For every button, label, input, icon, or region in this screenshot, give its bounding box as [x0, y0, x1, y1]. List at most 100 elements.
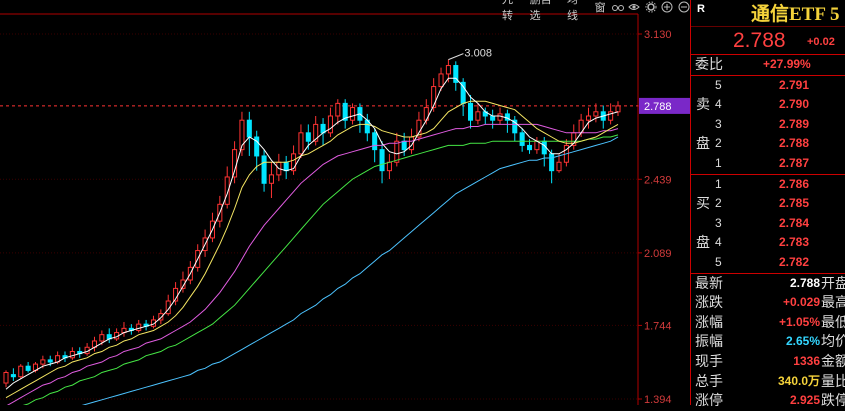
bid-row[interactable]: 3 2.784: [691, 214, 845, 234]
stat-right-label: 跌停: [821, 392, 845, 409]
last-price: 2.788: [733, 29, 786, 52]
candle-body: [372, 132, 378, 151]
ask-price: 2.791: [779, 77, 810, 92]
bid-price: 2.784: [779, 215, 810, 230]
candle-body: [438, 73, 444, 88]
stat-value: +0.029: [782, 295, 820, 310]
candle-body: [386, 161, 392, 172]
ask-book: 5 2.791 卖 4 2.790 3 2.789 盘 2 2.788 1 2.787: [691, 74, 845, 174]
ask-row[interactable]: 5 2.791: [691, 76, 845, 96]
candle-body: [298, 132, 304, 155]
remove-watchlist-button[interactable]: 删自选: [528, 0, 561, 23]
stat-value: 2.925: [789, 393, 820, 408]
ma10-line: [5, 100, 619, 399]
ask-price: 2.787: [779, 155, 810, 170]
bid-price: 2.783: [779, 235, 810, 250]
minus-icon[interactable]: [678, 0, 690, 14]
stat-value: +1.05%: [778, 314, 820, 329]
binoculars-icon[interactable]: [611, 0, 624, 14]
candle-body: [379, 149, 385, 172]
candle-body: [615, 105, 621, 113]
candle-body: [3, 372, 9, 384]
bid-price: 2.785: [779, 196, 810, 211]
candle-body: [136, 323, 142, 331]
stat-label: 现手: [695, 352, 723, 369]
ask-price: 2.789: [779, 116, 810, 131]
ask-price: 2.790: [779, 97, 810, 112]
candle-body: [40, 359, 46, 365]
y-tick-label: 2.439: [644, 174, 672, 186]
bid-book: 1 2.786 买 2 2.785 3 2.784 盘 4 2.783 5 2.782: [691, 173, 845, 273]
bid-row[interactable]: 1 2.786: [691, 175, 845, 195]
candle-body: [25, 365, 31, 371]
candle-body: [261, 155, 267, 184]
security-name[interactable]: 通信ETF 5: [751, 0, 840, 26]
eye-icon[interactable]: [628, 0, 641, 14]
stat-right-label: 最高: [821, 294, 845, 311]
candle-body: [47, 359, 53, 363]
stat-row: 现手 1336 金额: [691, 352, 845, 372]
stat-value: 2.65%: [785, 334, 820, 349]
price-change: +0.02: [807, 36, 835, 48]
candle-body: [18, 365, 24, 378]
candle-body: [593, 111, 599, 117]
ask-row[interactable]: 3 2.789: [691, 115, 845, 135]
stat-row: 涨跌 +0.029 最高: [691, 293, 845, 313]
bid-index: 2: [715, 196, 722, 211]
stat-label: 涨停: [695, 392, 723, 409]
current-price-label: 2.788: [644, 101, 672, 113]
ask-row[interactable]: 卖 4 2.790: [691, 95, 845, 115]
ask-row[interactable]: 1 2.787: [691, 154, 845, 174]
candle-body: [585, 115, 592, 121]
stat-right-label: 均价: [821, 333, 845, 350]
window-button[interactable]: 窗: [593, 0, 608, 15]
bid-price: 2.786: [779, 176, 810, 191]
bid-index: 3: [715, 215, 722, 230]
candle-body: [556, 161, 562, 172]
stat-right-label: 金额: [821, 352, 845, 369]
ask-index: 3: [715, 116, 722, 131]
candle-body: [99, 334, 105, 342]
stat-label: 振幅: [695, 333, 723, 350]
last-price-line: 2.788 +0.02: [691, 26, 845, 54]
stat-value: 2.788: [789, 275, 820, 290]
candle-body: [335, 102, 341, 117]
stat-label: 涨跌: [695, 294, 723, 311]
stat-right-label: 最低: [821, 313, 845, 330]
candlestick-plot[interactable]: 3.130 2.439 2.089 1.744 1.394 2.788 3.008: [0, 0, 690, 405]
ask-side-label: 盘: [696, 135, 710, 152]
candle-body: [350, 107, 356, 121]
bid-row[interactable]: 买 2 2.785: [691, 194, 845, 214]
moving-average-button[interactable]: 均线: [565, 0, 589, 23]
bid-row[interactable]: 盘 4 2.783: [691, 233, 845, 253]
kline-chart[interactable]: 3.130 2.439 2.089 1.744 1.394 2.788 3.008 九转 删…: [0, 0, 690, 405]
ma30-line: [22, 134, 619, 405]
candle-body: [445, 65, 451, 75]
security-header: R 通信ETF 5: [691, 0, 845, 26]
bid-row[interactable]: 5 2.782: [691, 253, 845, 273]
bid-index: 4: [715, 235, 722, 250]
candle-body: [10, 374, 16, 378]
ma60-line: [81, 136, 619, 405]
stat-row: 振幅 2.65% 均价: [691, 332, 845, 352]
bid-side-label: 盘: [696, 234, 710, 251]
candle-body: [475, 111, 481, 121]
candle-body: [519, 132, 525, 146]
y-tick-label: 3.130: [644, 29, 672, 41]
plus-icon[interactable]: [661, 0, 673, 14]
candle-body: [526, 144, 533, 151]
ask-row[interactable]: 盘 2 2.788: [691, 134, 845, 154]
high-annotation-line: [448, 53, 464, 61]
jiuzhuan-button[interactable]: 九转: [500, 0, 524, 23]
gear-icon[interactable]: [645, 0, 657, 14]
y-tick-label: 2.089: [644, 248, 672, 260]
webi-label: 委比: [695, 56, 723, 72]
y-tick-label: 1.394: [644, 394, 672, 405]
candle-body: [305, 132, 311, 142]
stat-right-label: 量比: [821, 372, 845, 389]
candle-body: [246, 119, 252, 138]
high-annotation-label: 3.008: [464, 48, 492, 60]
candle-body: [401, 140, 407, 151]
candle-body: [268, 174, 274, 184]
stat-value: 1336: [793, 353, 820, 368]
